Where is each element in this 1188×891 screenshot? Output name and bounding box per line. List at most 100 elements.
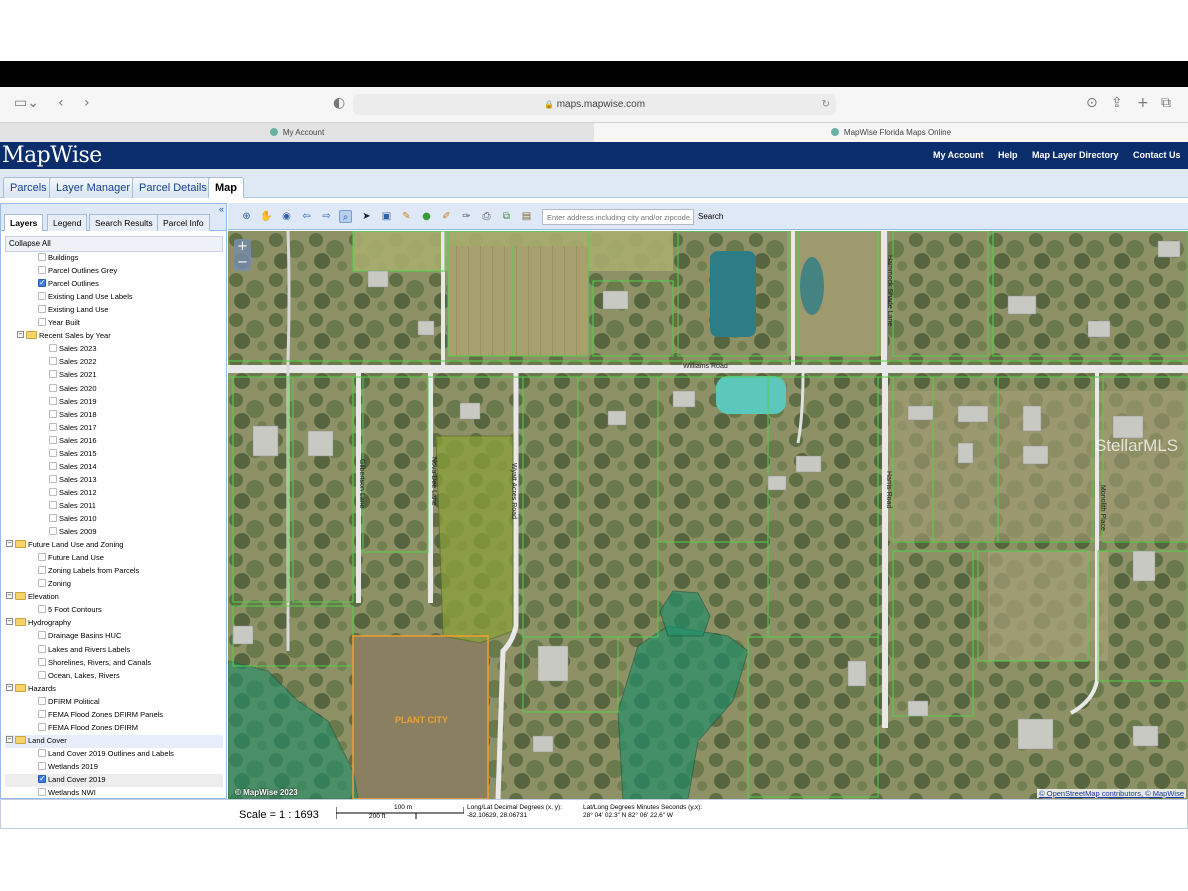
layer-checkbox[interactable] <box>38 292 46 301</box>
collapse-panel-icon[interactable]: « <box>219 204 224 214</box>
layer-checkbox[interactable] <box>49 487 57 496</box>
layer-checkbox[interactable] <box>49 383 57 392</box>
zoom-in-button[interactable]: + <box>234 239 251 255</box>
layer-checkbox[interactable] <box>49 357 57 366</box>
layer-node[interactable]: Sales 2009 <box>5 526 223 539</box>
layer-checkbox[interactable] <box>38 566 46 575</box>
layer-checkbox[interactable] <box>38 631 46 640</box>
layer-checkbox[interactable] <box>38 644 46 653</box>
layer-node[interactable]: Sales 2016 <box>5 435 223 448</box>
browser-tab-my-account[interactable]: My Account <box>0 123 594 142</box>
layer-node[interactable]: − Elevation <box>5 591 223 604</box>
layer-node[interactable]: Land Cover 2019 <box>5 773 223 787</box>
share-icon[interactable]: ⇪ <box>1111 95 1123 111</box>
layer-node[interactable]: Parcel Outlines <box>5 277 223 291</box>
layer-checkbox[interactable] <box>49 396 57 405</box>
aerial-map[interactable] <box>228 231 1188 799</box>
identify-icon[interactable]: ▣ <box>380 210 393 223</box>
layer-checkbox[interactable] <box>49 409 57 418</box>
layer-checkbox[interactable] <box>38 553 46 562</box>
tab-parcel-details[interactable]: Parcel Details <box>132 177 214 198</box>
layer-checkbox[interactable] <box>38 788 46 797</box>
layer-checkbox[interactable] <box>38 761 46 770</box>
layer-node[interactable]: Buildings <box>5 252 223 265</box>
layer-node[interactable]: Parcel Outlines Grey <box>5 265 223 278</box>
forward-arrow-icon[interactable]: ⇨ <box>320 210 333 223</box>
layer-node[interactable]: − Land Cover <box>5 734 223 748</box>
layer-node[interactable]: FEMA Flood Zones DFIRM <box>5 722 223 735</box>
osm-attribution-link[interactable]: © OpenStreetMap contributors <box>1039 789 1141 798</box>
new-tab-icon[interactable]: + <box>1137 95 1149 111</box>
layer-node[interactable]: 5 Foot Contours <box>5 604 223 617</box>
browser-tab-mapwise[interactable]: MapWise Florida Maps Online <box>594 123 1188 142</box>
layer-checkbox[interactable] <box>38 722 46 731</box>
layer-node[interactable]: Sales 2015 <box>5 448 223 461</box>
layer-checkbox[interactable] <box>49 500 57 509</box>
layer-node[interactable]: Sales 2010 <box>5 513 223 526</box>
layer-checkbox[interactable] <box>38 277 46 289</box>
layer-node[interactable]: Wetlands 2019 <box>5 761 223 774</box>
contact-us-link[interactable]: Contact Us <box>1133 150 1181 160</box>
layer-node[interactable]: Future Land Use <box>5 552 223 565</box>
address-search-input[interactable] <box>542 209 694 225</box>
center-target-icon[interactable]: ◉ <box>280 210 293 223</box>
layer-node[interactable]: Sales 2012 <box>5 487 223 500</box>
help-link[interactable]: Help <box>998 150 1018 160</box>
layer-node[interactable]: − Hazards <box>5 683 223 696</box>
layer-checkbox[interactable] <box>38 670 46 679</box>
layer-checkbox[interactable] <box>49 527 57 536</box>
collapse-all-button[interactable]: Collapse All <box>5 236 223 252</box>
layer-node[interactable]: Sales 2011 <box>5 500 223 513</box>
tab-legend[interactable]: Legend <box>47 214 88 231</box>
layer-checkbox[interactable] <box>38 266 46 275</box>
layer-checkbox[interactable] <box>49 422 57 431</box>
layer-node[interactable]: − Hydrography <box>5 617 223 630</box>
layer-node[interactable]: Wetlands NWI <box>5 787 223 798</box>
layer-node[interactable]: Sales 2022 <box>5 356 223 369</box>
my-account-link[interactable]: My Account <box>933 150 984 160</box>
tab-layer-manager[interactable]: Layer Manager <box>49 177 137 198</box>
layer-node[interactable]: Sales 2020 <box>5 383 223 396</box>
layer-checkbox[interactable] <box>38 709 46 718</box>
layer-node[interactable]: Zoning <box>5 578 223 591</box>
draw-icon[interactable]: ✐ <box>440 210 453 223</box>
expand-toggle-icon[interactable]: − <box>6 540 13 548</box>
address-bar[interactable]: 🔒 maps.mapwise.com ↻ <box>353 94 836 115</box>
search-button[interactable]: Search <box>698 212 723 221</box>
layer-node[interactable]: − Recent Sales by Year <box>5 330 223 343</box>
layer-checkbox[interactable] <box>49 435 57 444</box>
layer-node[interactable]: Sales 2017 <box>5 422 223 435</box>
layer-node[interactable]: Sales 2014 <box>5 461 223 474</box>
tab-map[interactable]: Map <box>208 177 244 198</box>
map-layer-directory-link[interactable]: Map Layer Directory <box>1032 150 1119 160</box>
layer-checkbox[interactable] <box>49 514 57 522</box>
back-icon[interactable]: ‹ <box>58 95 64 111</box>
download-icon[interactable]: ⊙ <box>1086 95 1098 111</box>
layer-node[interactable]: Land Cover 2019 Outlines and Labels <box>5 748 223 761</box>
layer-node[interactable]: Ocean, Lakes, Rivers <box>5 670 223 683</box>
mapwise-attribution-link[interactable]: © MapWise <box>1145 789 1184 798</box>
expand-toggle-icon[interactable]: − <box>6 618 13 626</box>
print-icon[interactable]: ⎙ <box>480 210 493 223</box>
zoom-in-tool-icon[interactable]: ⊕ <box>240 210 253 223</box>
layer-checkbox[interactable] <box>38 696 46 705</box>
reload-icon[interactable]: ↻ <box>822 94 830 115</box>
forward-icon[interactable]: › <box>84 95 90 111</box>
layer-checkbox[interactable] <box>49 448 57 457</box>
layer-node[interactable]: FEMA Flood Zones DFIRM Panels <box>5 709 223 722</box>
back-arrow-icon[interactable]: ⇦ <box>300 210 313 223</box>
layer-node[interactable]: Lakes and Rivers Labels <box>5 644 223 657</box>
mapwise-logo[interactable]: MapWise <box>2 143 102 168</box>
map-view[interactable]: + − Williams Road Hammock Shade Lane Gil… <box>228 231 1188 799</box>
expand-toggle-icon[interactable]: − <box>6 592 13 600</box>
zoom-out-button[interactable]: − <box>234 255 251 271</box>
expand-toggle-icon[interactable]: − <box>17 331 24 339</box>
layer-checkbox[interactable] <box>38 605 46 614</box>
layer-node[interactable]: Existing Land Use <box>5 304 223 317</box>
layer-node[interactable]: Existing Land Use Labels <box>5 291 223 304</box>
tab-search-results[interactable]: Search Results <box>89 214 159 231</box>
image-icon[interactable]: ▤ <box>520 210 533 223</box>
edit-draw-icon[interactable]: ✑ <box>460 210 473 223</box>
layer-node[interactable]: DFIRM Political <box>5 696 223 709</box>
layer-node[interactable]: Zoning Labels from Parcels <box>5 565 223 578</box>
